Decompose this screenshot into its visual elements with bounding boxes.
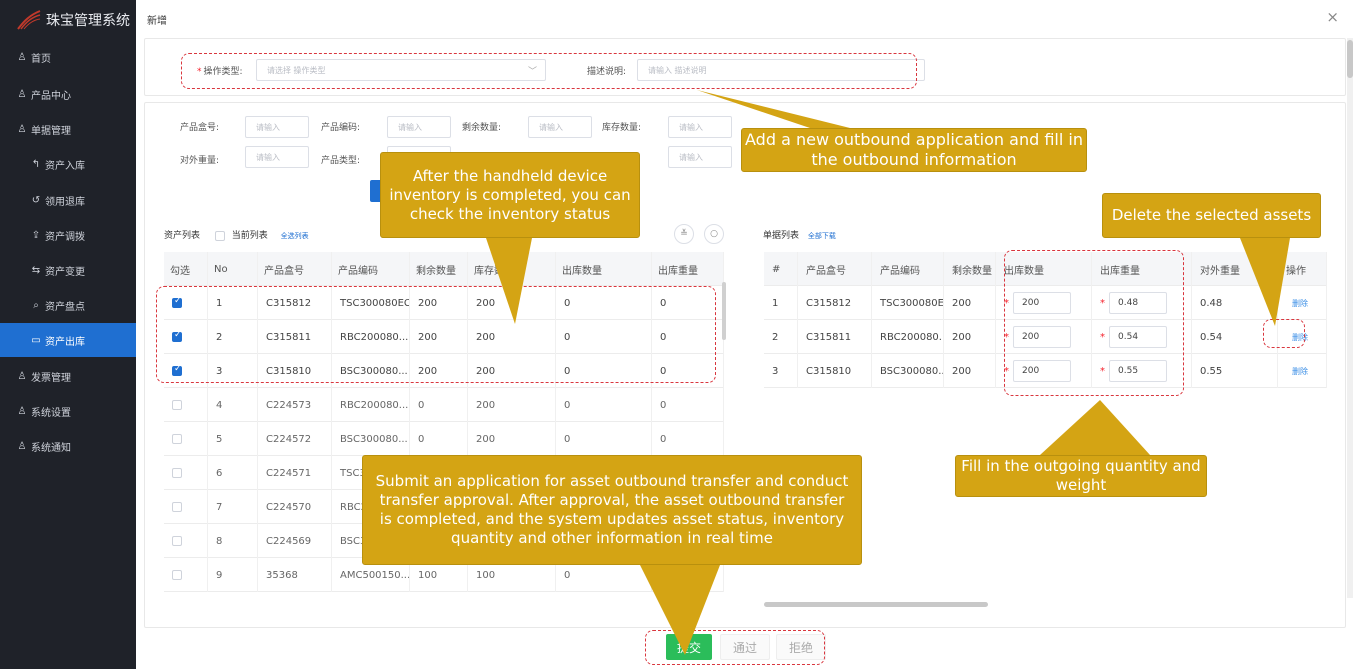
pointer-delete — [1240, 238, 1290, 326]
pointer-handheld — [486, 238, 532, 324]
callout-handheld: After the handheld device inventory is c… — [380, 152, 640, 238]
callout-fill: Fill in the outgoing quantity and weight — [955, 455, 1207, 497]
callout-submit: Submit an application for asset outbound… — [362, 455, 862, 565]
callout-pointers — [486, 90, 1290, 655]
callout-delete: Delete the selected assets — [1102, 193, 1321, 238]
pointer-submit — [640, 565, 720, 655]
pointer-fill — [1040, 400, 1150, 455]
callout-add: Add a new outbound application and fill … — [741, 128, 1087, 172]
pointer-add — [697, 90, 850, 128]
